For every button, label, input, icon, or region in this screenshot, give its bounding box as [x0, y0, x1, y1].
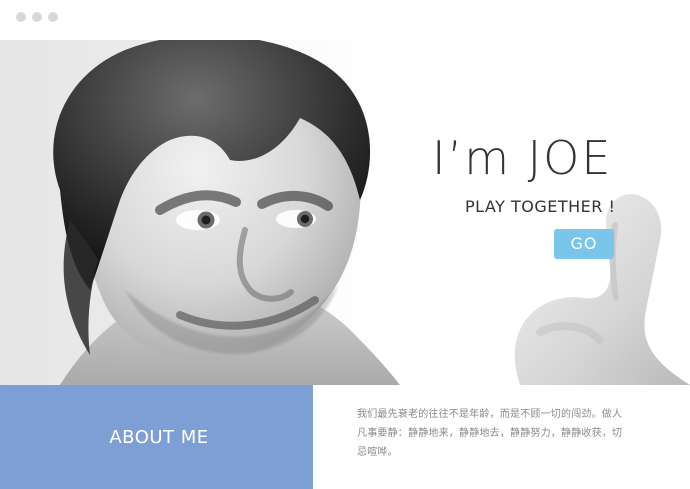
window-dot-icon [48, 12, 58, 22]
hero-banner: I’m JOE PLAY TOGETHER ! GO [0, 40, 690, 385]
window: I’m JOE PLAY TOGETHER ! GO ABOUT ME 我们最先… [0, 0, 690, 489]
go-button[interactable]: GO [554, 229, 614, 259]
about-me-section: ABOUT ME [0, 385, 313, 489]
window-dot-icon [16, 12, 26, 22]
window-topbar [0, 0, 690, 40]
window-dot-icon [32, 12, 42, 22]
about-me-title: ABOUT ME [109, 426, 209, 448]
hero-subtitle: PLAY TOGETHER ! [465, 197, 616, 216]
hero-title: I’m JOE [432, 131, 613, 185]
about-description: 我们最先衰老的往往不是年龄，而是不顾一切的闯劲。做人凡事要静：静静地来，静静地去… [357, 409, 623, 458]
